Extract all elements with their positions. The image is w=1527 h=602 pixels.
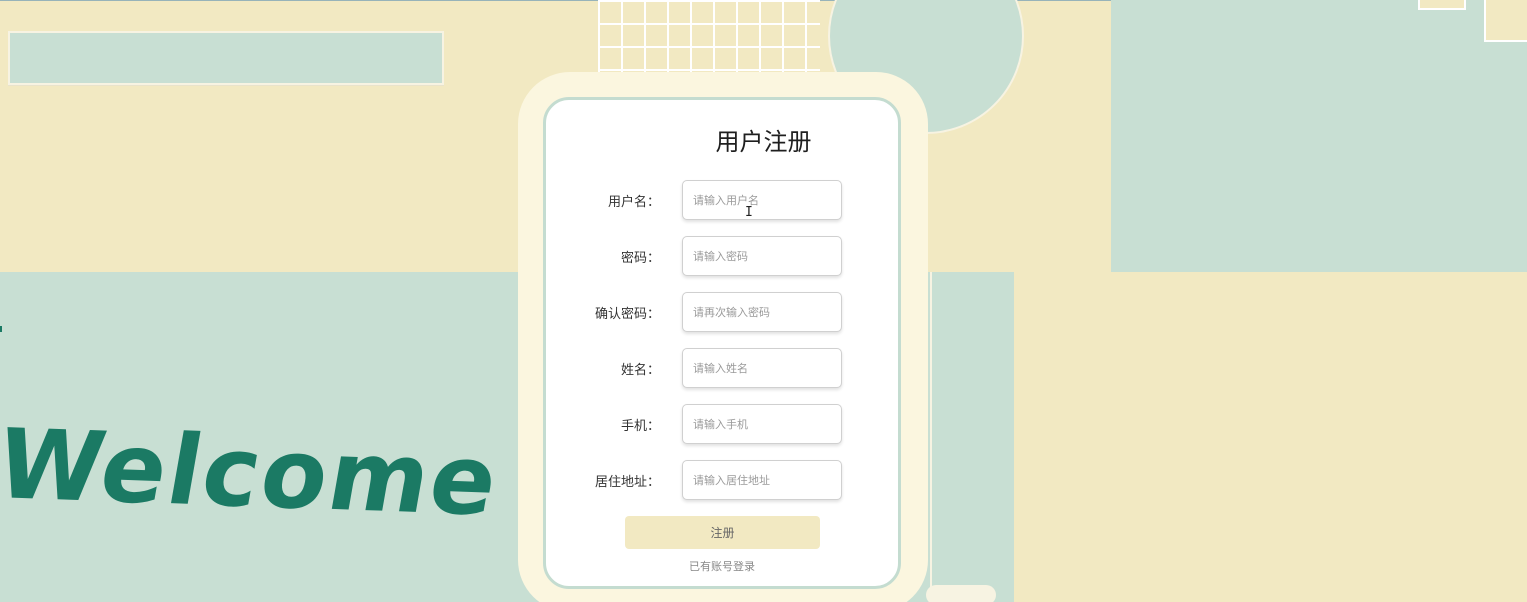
edge-marker bbox=[0, 326, 2, 332]
password-label: 密码： bbox=[620, 251, 660, 266]
address-row: 居住地址： bbox=[543, 460, 901, 500]
phone-input[interactable] bbox=[682, 404, 842, 444]
phone-row: 手机： bbox=[543, 404, 901, 444]
register-button[interactable]: 注册 bbox=[625, 516, 820, 549]
username-label: 用户名： bbox=[607, 195, 660, 210]
page-title: 用户注册 bbox=[715, 128, 812, 156]
decorative-stripe bbox=[930, 272, 1014, 602]
name-input[interactable] bbox=[682, 348, 842, 388]
confirm-password-input[interactable] bbox=[682, 292, 842, 332]
username-row: 用户名： bbox=[543, 180, 901, 220]
phone-label: 手机： bbox=[620, 419, 660, 434]
welcome-heading: Welcome bbox=[0, 408, 508, 538]
decorative-grid bbox=[598, 0, 820, 72]
decorative-pill bbox=[926, 585, 996, 602]
text-cursor-icon: I bbox=[745, 205, 753, 220]
decorative-banner bbox=[8, 31, 444, 85]
password-input[interactable] bbox=[682, 236, 842, 276]
confirm-password-label: 确认密码： bbox=[594, 307, 660, 322]
address-label: 居住地址： bbox=[594, 475, 660, 490]
decorative-notch bbox=[1484, 0, 1527, 42]
username-input[interactable] bbox=[682, 180, 842, 220]
name-label: 姓名： bbox=[620, 363, 660, 378]
login-link[interactable]: 已有账号登录 bbox=[543, 558, 901, 574]
decorative-notch bbox=[1418, 0, 1466, 10]
password-row: 密码： bbox=[543, 236, 901, 276]
confirm-password-row: 确认密码： bbox=[543, 292, 901, 332]
address-input[interactable] bbox=[682, 460, 842, 500]
page-background: Welcome 用户注册 用户名： 密码： 确认密码： 姓名： 手机： 居住地址… bbox=[0, 0, 1527, 602]
name-row: 姓名： bbox=[543, 348, 901, 388]
